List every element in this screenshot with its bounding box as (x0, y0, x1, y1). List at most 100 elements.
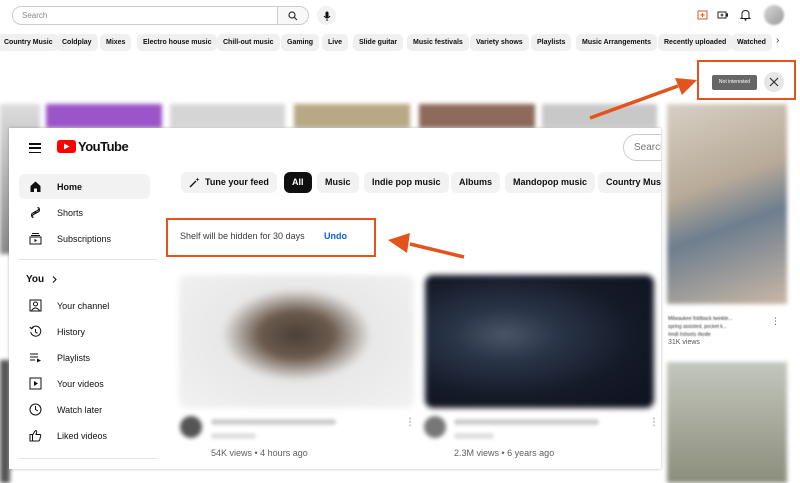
sidebar-item-label: Playlists (57, 352, 91, 363)
sidebar-item-label: Watch later (57, 404, 103, 415)
close-icon (769, 77, 779, 87)
sidebar-item-home[interactable]: Home (19, 174, 150, 199)
back-thumbnail (170, 104, 285, 128)
back-header: Search (0, 0, 800, 30)
logo-text: YouTube (78, 139, 129, 154)
channel-name[interactable] (454, 433, 494, 439)
sidebar-item-your-channel[interactable]: Your channel (19, 293, 150, 318)
youtube-logo[interactable]: YouTube (57, 139, 129, 154)
chevron-right-icon[interactable]: › (776, 35, 779, 46)
back-video-title[interactable]: spring assisted, pocket k... (668, 324, 727, 330)
video-meta: 54K views • 4 hours ago (211, 448, 308, 458)
bell-icon[interactable] (739, 8, 752, 21)
back-thumbnail (667, 104, 787, 304)
back-thumbnail (667, 362, 787, 483)
sidebar-item-label: Your channel (57, 300, 110, 311)
playlists-icon (28, 351, 42, 365)
tune-feed-chip[interactable]: Tune your feed (181, 172, 277, 193)
back-thumbnail (46, 104, 162, 128)
back-chip[interactable]: Coldplay (56, 34, 98, 51)
channel-name[interactable] (211, 433, 256, 439)
back-chip[interactable]: Playlists (531, 34, 572, 51)
back-chip[interactable]: Slide guitar (353, 34, 404, 51)
back-search-input[interactable]: Search (12, 6, 278, 25)
undo-button[interactable]: Undo (324, 231, 347, 241)
mic-icon (323, 11, 330, 21)
video-add-icon[interactable] (716, 8, 729, 21)
back-chip[interactable]: Music festivals (407, 34, 469, 51)
history-icon (28, 325, 42, 339)
sidebar-item-your-videos[interactable]: Your videos (19, 371, 150, 396)
sidebar-item-label: Home (57, 181, 83, 192)
chevron-right-icon (52, 276, 57, 283)
back-video-title[interactable]: Milwaukee foldback twinkle... (668, 316, 732, 322)
back-thumbnail (542, 104, 657, 128)
back-chip[interactable]: Live (322, 34, 349, 51)
back-chip[interactable]: Variety shows (470, 34, 529, 51)
video-thumbnail[interactable] (179, 275, 414, 408)
chip-country-music[interactable]: Country Music (598, 172, 661, 193)
video-thumbnail[interactable] (425, 275, 654, 408)
chip-music[interactable]: Music (317, 172, 359, 193)
sidebar-item-history[interactable]: History (19, 319, 150, 344)
shorts-icon (28, 206, 42, 220)
sidebar-item-shorts[interactable]: Shorts (19, 200, 150, 225)
sidebar-you-heading[interactable]: You (26, 274, 59, 285)
sidebar-item-label: Subscriptions (57, 233, 112, 244)
back-chip[interactable]: Gaming (281, 34, 320, 51)
home-icon (28, 180, 42, 194)
sidebar-item-label: Shorts (57, 207, 84, 218)
back-chip[interactable]: Recently uploaded (658, 34, 733, 51)
channel-avatar[interactable] (424, 416, 446, 438)
back-chip[interactable]: Watched (731, 34, 772, 51)
clock-icon (28, 403, 42, 417)
video-title[interactable] (211, 419, 336, 425)
chip-mandopop[interactable]: Mandopop music (505, 172, 595, 193)
sidebar-divider (19, 458, 157, 459)
more-vert-icon[interactable]: ⋮ (405, 417, 415, 428)
back-video-views: 31K views (668, 339, 700, 346)
sidebar-item-subscriptions[interactable]: Subscriptions (19, 226, 150, 251)
back-chip[interactable]: Electro house music (137, 34, 218, 51)
front-window: YouTube Search Home Shorts Subscriptions… (9, 128, 661, 469)
back-thumbnail (294, 104, 410, 128)
videos-icon (28, 377, 42, 391)
search-input[interactable]: Search (623, 134, 661, 161)
back-chip[interactable]: Chill-out music (217, 34, 280, 51)
channel-avatar[interactable] (180, 416, 202, 438)
tune-feed-label: Tune your feed (205, 177, 269, 187)
sidebar-item-playlists[interactable]: Playlists (19, 345, 150, 370)
back-thumbnail (419, 104, 535, 128)
shelf-hidden-message: Shelf will be hidden for 30 days (180, 231, 305, 241)
back-chip[interactable]: Music Arrangements (576, 34, 657, 51)
subscriptions-icon (28, 232, 42, 246)
video-title[interactable] (454, 419, 599, 425)
chip-albums[interactable]: Albums (451, 172, 501, 193)
arrowhead (675, 78, 697, 95)
magic-wand-icon (189, 177, 200, 188)
sidebar-item-watch-later[interactable]: Watch later (19, 397, 150, 422)
video-meta: 2.3M views • 6 years ago (454, 448, 555, 458)
search-icon (288, 10, 298, 20)
like-icon (28, 429, 42, 443)
chip-indie-pop[interactable]: Indie pop music (364, 172, 449, 193)
play-icon (57, 140, 76, 153)
sidebar-item-label: Liked videos (57, 430, 108, 441)
sidebar-item-liked-videos[interactable]: Liked videos (19, 423, 150, 448)
more-vert-icon[interactable]: ⋮ (649, 417, 659, 428)
create-icon[interactable] (696, 8, 709, 21)
not-interested-tooltip: Not interested (712, 75, 757, 90)
back-avatar[interactable] (764, 5, 784, 25)
more-vert-icon[interactable]: ⋮ (771, 316, 780, 327)
menu-icon[interactable] (29, 143, 41, 153)
back-chip[interactable]: Country Music (0, 34, 59, 51)
back-chip-bar: Country Music Coldplay Mixes Electro hou… (0, 34, 800, 51)
back-video-title[interactable]: #mill #shorts #knife (668, 332, 711, 338)
chip-all[interactable]: All (284, 172, 312, 193)
back-mic-button[interactable] (317, 6, 336, 25)
not-interested-button[interactable] (764, 72, 784, 92)
back-search-button[interactable] (277, 6, 309, 25)
channel-icon (28, 299, 42, 313)
back-chip[interactable]: Mixes (100, 34, 132, 51)
sidebar-item-label: History (57, 326, 86, 337)
